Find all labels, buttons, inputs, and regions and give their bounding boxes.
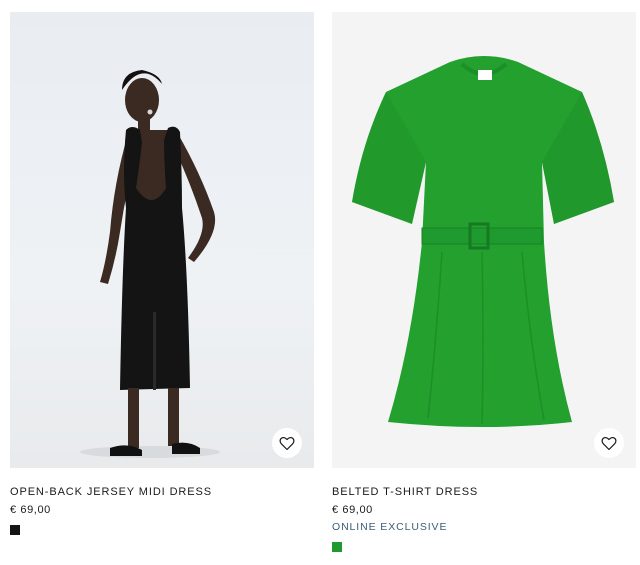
heart-icon — [601, 436, 617, 450]
product-price: € 69,00 — [332, 504, 373, 516]
product-grid: OPEN-BACK JERSEY MIDI DRESS € 69,00 BELT… — [0, 0, 640, 565]
product-card[interactable]: BELTED T-SHIRT DRESS € 69,00 ONLINE EXCL… — [332, 12, 636, 552]
product-image[interactable] — [10, 12, 314, 468]
product-card[interactable]: OPEN-BACK JERSEY MIDI DRESS € 69,00 — [10, 12, 314, 535]
color-swatch-green[interactable] — [332, 542, 342, 552]
product-price: € 69,00 — [10, 504, 51, 516]
model-wearing-black-dress-illustration — [80, 70, 220, 458]
color-swatches — [10, 525, 314, 535]
heart-icon — [279, 436, 295, 450]
product-name[interactable]: OPEN-BACK JERSEY MIDI DRESS — [10, 485, 314, 499]
product-info: OPEN-BACK JERSEY MIDI DRESS € 69,00 — [10, 468, 314, 535]
favorite-button[interactable] — [594, 428, 624, 458]
online-exclusive-badge: ONLINE EXCLUSIVE — [332, 521, 448, 533]
green-belted-dress-illustration — [352, 56, 614, 427]
color-swatch-black[interactable] — [10, 525, 20, 535]
color-swatches — [332, 542, 636, 552]
favorite-button[interactable] — [272, 428, 302, 458]
product-info: BELTED T-SHIRT DRESS € 69,00 ONLINE EXCL… — [332, 468, 636, 552]
product-name[interactable]: BELTED T-SHIRT DRESS — [332, 485, 636, 499]
product-image[interactable] — [332, 12, 636, 468]
